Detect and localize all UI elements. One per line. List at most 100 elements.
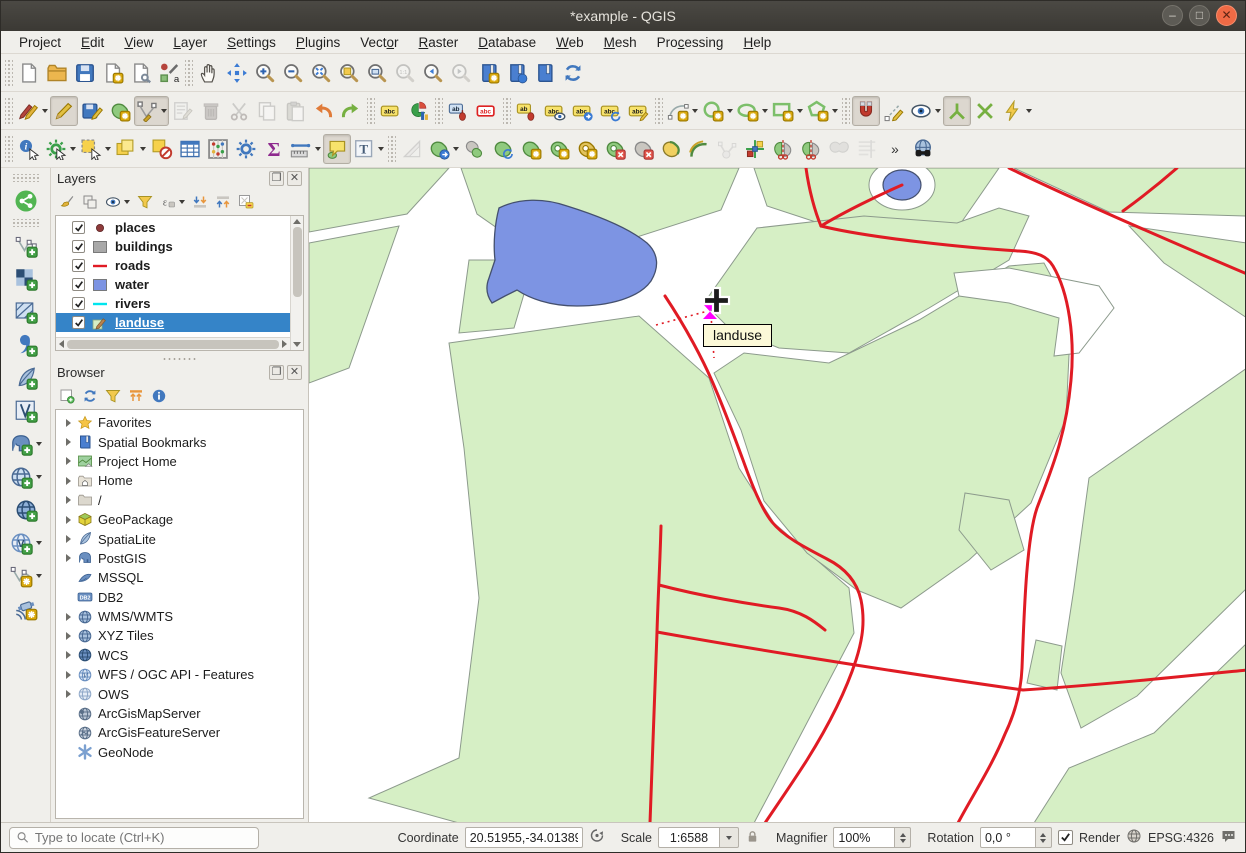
browser-item-arcgismapserver[interactable]: ArcGisMapServer <box>56 704 303 723</box>
enable-snapping-button[interactable] <box>852 96 880 126</box>
delete-part-button[interactable] <box>629 134 657 164</box>
add-ring-button[interactable] <box>545 134 573 164</box>
new-print-layout-button[interactable] <box>99 58 127 88</box>
menu-vector[interactable]: Vector <box>350 33 408 52</box>
layer-checkbox-roads[interactable] <box>72 259 85 272</box>
self-snapping-button[interactable] <box>999 96 1034 126</box>
add-wms-layer-button[interactable] <box>7 462 44 492</box>
pin-unpin-labels-button[interactable]: ab <box>445 96 473 126</box>
copy-move-feature-button[interactable] <box>461 134 489 164</box>
magnifier-spin-buttons[interactable] <box>895 827 911 848</box>
layer-item-rivers[interactable]: rivers <box>56 294 290 313</box>
menu-mesh[interactable]: Mesh <box>594 33 647 52</box>
toolbar-drag-handle[interactable] <box>5 136 13 162</box>
menu-edit[interactable]: Edit <box>71 33 114 52</box>
float-panel-button[interactable]: ❐ <box>269 171 284 186</box>
toolbar-drag-handle[interactable] <box>367 98 375 124</box>
browser-item-arcgisfeatureserver[interactable]: ArcGisFeatureServer <box>56 723 303 742</box>
add-spatialite-layer-button[interactable] <box>12 363 40 393</box>
magnifier-input[interactable] <box>833 827 895 848</box>
add-group-button[interactable] <box>82 194 98 210</box>
expander-icon[interactable] <box>62 419 75 427</box>
add-wcs-layer-button[interactable] <box>12 495 40 525</box>
expander-icon[interactable] <box>62 496 75 504</box>
add-postgis-layer-button[interactable] <box>7 429 44 459</box>
new-project-button[interactable] <box>15 58 43 88</box>
draw-circle-button[interactable] <box>700 96 735 126</box>
toolbar-drag-handle[interactable] <box>185 60 193 86</box>
toolbar-drag-handle[interactable] <box>655 98 663 124</box>
move-label-button[interactable]: abc <box>569 96 597 126</box>
snap-on-intersection-button[interactable] <box>971 96 999 126</box>
split-features-button[interactable] <box>769 134 797 164</box>
browser-item-xyz-tiles[interactable]: XYZ Tiles <box>56 626 303 645</box>
current-edits-button[interactable] <box>15 96 50 126</box>
filter-legend-button[interactable] <box>137 194 153 210</box>
snapping-visibility-dropdown-arrow[interactable] <box>935 109 941 113</box>
delete-ring-button[interactable] <box>601 134 629 164</box>
undo-button[interactable] <box>309 96 337 126</box>
zoom-last-button[interactable] <box>419 58 447 88</box>
browser-item-geopackage[interactable]: GeoPackage <box>56 510 303 529</box>
simplify-feature-button[interactable] <box>517 134 545 164</box>
rotation-input[interactable] <box>980 827 1036 848</box>
rotation-spinbox[interactable] <box>980 827 1052 848</box>
close-panel-button[interactable]: ✕ <box>287 171 302 186</box>
toolbar-drag-handle[interactable] <box>503 98 511 124</box>
draw-ellipse-dropdown-arrow[interactable] <box>762 109 768 113</box>
add-delimited-text-layer-button[interactable] <box>12 330 40 360</box>
expander-icon[interactable] <box>62 613 75 621</box>
add-raster-layer-button[interactable] <box>12 264 40 294</box>
open-project-button[interactable] <box>43 58 71 88</box>
run-feature-action-button[interactable] <box>43 134 78 164</box>
draw-regular-polygon-dropdown-arrow[interactable] <box>832 109 838 113</box>
zoom-full-button[interactable] <box>307 58 335 88</box>
rotation-spin-buttons[interactable] <box>1036 827 1052 848</box>
show-layout-manager-button[interactable] <box>127 58 155 88</box>
toolbar-drag-handle[interactable] <box>435 98 443 124</box>
pan-map-button[interactable] <box>195 58 223 88</box>
digitize-with-curve-dropdown-arrow[interactable] <box>692 109 698 113</box>
layer-checkbox-water[interactable] <box>72 278 85 291</box>
select-by-value-dropdown-arrow[interactable] <box>140 147 146 151</box>
current-edits-dropdown-arrow[interactable] <box>42 109 48 113</box>
scale-dropdown-button[interactable] <box>720 827 739 848</box>
metasearch-button[interactable] <box>909 134 937 164</box>
draw-circle-dropdown-arrow[interactable] <box>727 109 733 113</box>
new-gpx-layer-button[interactable] <box>12 594 40 624</box>
add-wms-layer-dropdown-arrow[interactable] <box>36 475 42 479</box>
panel-splitter[interactable] <box>51 355 308 362</box>
move-feature-button[interactable] <box>426 134 461 164</box>
expander-icon[interactable] <box>62 516 75 524</box>
layers-horizontal-scrollbar[interactable] <box>56 337 290 350</box>
fill-ring-button[interactable] <box>573 134 601 164</box>
browser-item-wcs[interactable]: WCS <box>56 646 303 665</box>
split-parts-button[interactable] <box>797 134 825 164</box>
lock-scale-icon[interactable] <box>745 829 760 847</box>
rotate-feature-button[interactable] <box>489 134 517 164</box>
save-project-button[interactable] <box>71 58 99 88</box>
extents-toggle-icon[interactable] <box>589 828 605 847</box>
run-feature-action-dropdown-arrow[interactable] <box>70 147 76 151</box>
layer-checkbox-rivers[interactable] <box>72 297 85 310</box>
menu-database[interactable]: Database <box>468 33 546 52</box>
filter-by-expression-button[interactable]: ε <box>160 194 185 210</box>
manage-map-themes-button[interactable] <box>105 194 130 210</box>
layer-item-roads[interactable]: roads <box>56 256 290 275</box>
map-tips-button[interactable] <box>323 134 351 164</box>
menu-project[interactable]: Project <box>9 33 71 52</box>
open-layer-styling-button[interactable] <box>59 194 75 210</box>
identify-features-button[interactable]: i <box>15 134 43 164</box>
layer-diagram-options-button[interactable] <box>405 96 433 126</box>
menu-view[interactable]: View <box>114 33 163 52</box>
offset-curve-button[interactable] <box>685 134 713 164</box>
layer-item-buildings[interactable]: buildings <box>56 237 290 256</box>
style-manager-button[interactable]: a <box>155 58 183 88</box>
menu-processing[interactable]: Processing <box>647 33 734 52</box>
locate-input[interactable] <box>35 830 252 845</box>
expander-icon[interactable] <box>62 457 75 465</box>
layers-vertical-scrollbar[interactable] <box>290 216 303 350</box>
toolbar-drag-handle[interactable] <box>5 98 13 124</box>
refresh-map-button[interactable] <box>559 58 587 88</box>
refresh-browser-button[interactable] <box>82 388 98 404</box>
